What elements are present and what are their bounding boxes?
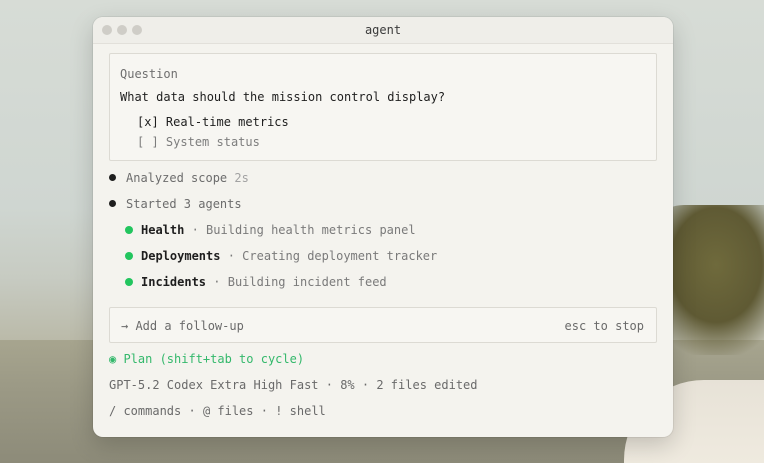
commands-hint: / commands — [109, 404, 182, 418]
agent-row-deployments[interactable]: Deployments · Creating deployment tracke… — [125, 249, 437, 263]
followup-placeholder: → Add a follow-up — [121, 319, 244, 333]
activity-started-agents: Started 3 agents — [109, 197, 242, 211]
option-real-time-metrics[interactable]: [x] Real-time metrics — [137, 115, 289, 129]
agent-row-health[interactable]: Health · Building health metrics panel — [125, 223, 416, 237]
window-title: agent — [364, 23, 402, 37]
agent-name: Deployments — [141, 249, 221, 263]
files-hint: @ files — [202, 404, 254, 418]
model-name: GPT-5.2 Codex Extra High Fast — [109, 378, 319, 392]
question-label: Question — [120, 67, 178, 81]
command-hints: / commands · @ files · ! shell — [109, 404, 326, 418]
stop-hint: esc to stop — [564, 319, 644, 333]
running-status-icon — [125, 252, 133, 260]
question-text: What data should the mission control dis… — [120, 90, 446, 104]
bullet-icon — [109, 200, 116, 207]
shell-hint: ! shell — [275, 404, 326, 418]
running-status-icon — [125, 278, 133, 286]
agent-name: Incidents — [141, 275, 207, 289]
agent-window: agent Question What data should the miss… — [93, 17, 673, 437]
session-meta: GPT-5.2 Codex Extra High Fast · 8% · 2 f… — [109, 378, 478, 392]
agent-task: Building health metrics panel — [206, 223, 416, 237]
running-status-icon — [125, 226, 133, 234]
plan-mode-toggle[interactable]: ◉ Plan (shift+tab to cycle) — [109, 352, 304, 366]
title-bar: agent — [93, 17, 673, 44]
agent-row-incidents[interactable]: Incidents · Building incident feed — [125, 275, 387, 289]
bullet-icon — [109, 174, 116, 181]
option-system-status[interactable]: [ ] System status — [137, 135, 260, 149]
agent-name: Health — [141, 223, 185, 237]
option-label: System status — [165, 135, 260, 149]
option-checkbox: [ ] — [137, 135, 159, 149]
elapsed-time: 2s — [234, 171, 249, 185]
option-label: Real-time metrics — [165, 115, 289, 129]
agent-task: Building incident feed — [227, 275, 387, 289]
context-usage: 8% — [340, 378, 355, 392]
files-edited: 2 files edited — [376, 378, 478, 392]
question-panel: Question What data should the mission co… — [109, 53, 657, 161]
agent-task: Creating deployment tracker — [242, 249, 438, 263]
activity-analyzed-scope: Analyzed scope 2s — [109, 171, 249, 185]
followup-input[interactable]: → Add a follow-up esc to stop — [109, 307, 657, 343]
option-checkbox: [x] — [137, 115, 159, 129]
